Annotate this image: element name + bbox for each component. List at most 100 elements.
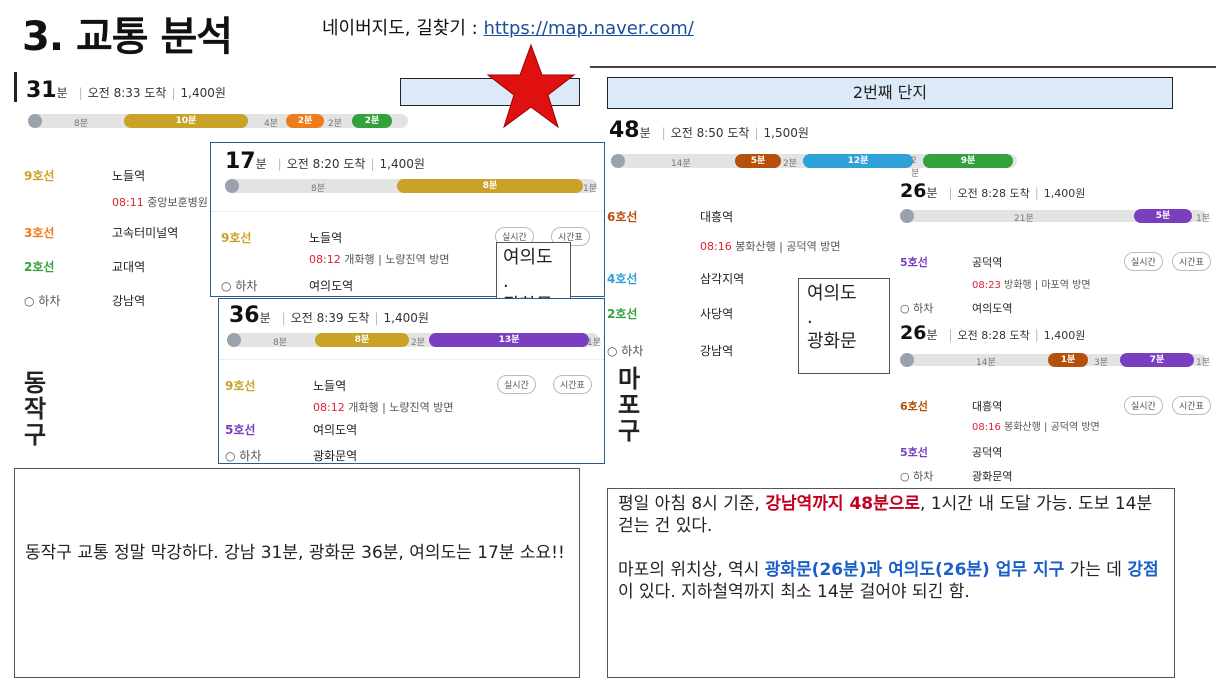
realtime-button[interactable]: 실시간 — [497, 375, 536, 394]
walk-icon — [611, 154, 625, 168]
duration: 31 — [26, 78, 57, 103]
walk-time: 1분 — [587, 338, 602, 348]
line-name: 3호선 — [24, 226, 55, 240]
walk-time: 1분 — [1196, 358, 1211, 368]
line-label: 5호선 — [900, 444, 928, 460]
line-label: 5호선 — [225, 421, 255, 438]
line-label: ○ 하차 — [900, 302, 934, 315]
line-label: 5호선 — [900, 254, 928, 270]
route-summary: 26 분 | 오전 8:28 도착 | 1,400원 — [900, 322, 1086, 344]
callout-mapo: 여의도 . 광화문 — [798, 278, 890, 374]
note-text: 마포의 위치상, 역시 — [618, 560, 765, 580]
duration-unit: 분 — [255, 157, 267, 171]
departure-time: 08:23 — [972, 280, 1001, 291]
seg-time: 5분 — [1155, 211, 1171, 221]
duration: 26 — [900, 180, 927, 202]
departure-time: 08:16 — [700, 240, 732, 253]
source-link[interactable]: https://map.naver.com/ — [483, 18, 693, 39]
line-name: 2호선 — [607, 307, 638, 321]
note-text: 동작구 교통 정말 막강하다. 강남 31분, 광화문 36분, 여의도는 17… — [25, 543, 565, 563]
seg-time: 8분 — [482, 181, 498, 191]
departure-time: 08:12 — [309, 253, 341, 266]
walk-time: 8분 — [311, 184, 326, 194]
departure-time: 08:11 — [112, 196, 144, 209]
duration: 26 — [900, 322, 927, 344]
divider — [211, 211, 604, 212]
route-summary: 26 분 | 오전 8:28 도착 | 1,400원 — [900, 180, 1086, 202]
seg-time: 7분 — [1149, 355, 1165, 365]
station-name: 강남역 — [700, 344, 734, 358]
departure-info: 08:12 개화행 | 노량진역 방면 — [313, 401, 454, 414]
district-char: 구 — [617, 417, 641, 445]
walk-icon — [227, 333, 241, 347]
line-label: 9호선 — [221, 229, 251, 246]
seg-time: 10분 — [175, 116, 197, 126]
destination: 개화행 — [344, 253, 375, 266]
line-name: 하차 — [913, 470, 934, 483]
note-dongjak: 동작구 교통 정말 막강하다. 강남 31분, 광화문 36분, 여의도는 17… — [14, 468, 580, 678]
destination: 봉화산행 — [1004, 422, 1041, 433]
source-caption: 네이버지도, 길찾기 : https://map.naver.com/ — [322, 14, 694, 40]
arrival-time: 오전 8:50 도착 — [670, 126, 750, 140]
note-text: 이 있다. 지하철역까지 최소 14분 걸어야 되긴 함. — [618, 582, 970, 602]
line-name: 9호선 — [24, 169, 55, 183]
seg-time: 13분 — [498, 335, 520, 345]
station-name: 노들역 — [112, 169, 146, 183]
station-name: 노들역 — [313, 379, 347, 393]
line-name: 9호선 — [221, 231, 252, 245]
timetable-button[interactable]: 시간표 — [1172, 252, 1211, 271]
departure-info: 08:11 중앙보훈병원 — [112, 194, 208, 210]
divider — [590, 66, 1216, 68]
line-name: 6호선 — [900, 400, 928, 413]
station-name: 고속터미널역 — [112, 226, 179, 240]
line-label: 4호선 — [607, 270, 637, 287]
departure-time: 08:12 — [313, 401, 345, 414]
fare: 1,400원 — [383, 311, 429, 325]
line9-segment: 10분 — [124, 114, 248, 128]
station-name: 광화문역 — [972, 470, 1013, 483]
route-card-gwanghwamun-mapo: 26 분 | 오전 8:28 도착 | 1,400원 14분 1분 3분 7분 1분 6호… — [894, 320, 1216, 486]
walk-time: 21분 — [1014, 214, 1034, 224]
callout-line: 광화문 — [807, 331, 857, 352]
destination: 개화행 — [348, 401, 379, 414]
direction: 마포역 방면 — [1041, 280, 1091, 291]
line6-segment: 1분 — [1048, 353, 1088, 367]
divider — [219, 359, 604, 360]
duration-unit: 분 — [926, 328, 938, 342]
district-char: 구 — [23, 421, 47, 449]
callout-line: . — [807, 307, 813, 328]
callout-line: . — [503, 271, 509, 292]
district-char: 포 — [617, 391, 641, 419]
line-label: 3호선 — [24, 224, 54, 241]
line-label: 6호선 — [607, 208, 637, 225]
district-label-mapo: 마 포 구 — [614, 366, 644, 444]
line-name: 하차 — [913, 302, 934, 315]
realtime-button[interactable]: 실시간 — [1124, 396, 1163, 415]
walk-time: 14분 — [976, 358, 996, 368]
seg-time: 5분 — [750, 156, 766, 166]
transfer-time: 4분 — [264, 119, 279, 129]
fare: 1,400원 — [180, 86, 226, 100]
line9-segment: 8분 — [397, 179, 583, 193]
route-card-yeouido-mapo: 26 분 | 오전 8:28 도착 | 1,400원 21분 5분 1분 5호선 공덕역 … — [894, 178, 1216, 318]
station-name: 공덕역 — [972, 446, 1003, 459]
timetable-button[interactable]: 시간표 — [1172, 396, 1211, 415]
line3-segment: 2분 — [286, 114, 324, 128]
district-char: 마 — [617, 365, 641, 393]
destination: 방화행 — [1004, 280, 1032, 291]
station-name: 여의도역 — [309, 279, 354, 293]
arrival-time: 오전 8:39 도착 — [290, 311, 370, 325]
station-name: 광화문역 — [313, 449, 358, 463]
line-name: 하차 — [239, 449, 262, 463]
arrival-time: 오전 8:33 도착 — [87, 86, 167, 100]
realtime-button[interactable]: 실시간 — [1124, 252, 1163, 271]
route-summary: 17 분 | 오전 8:20 도착 | 1,400원 — [225, 149, 425, 174]
line-name: 하차 — [621, 344, 644, 358]
line-name: 5호선 — [225, 423, 256, 437]
line9-segment: 8분 — [315, 333, 409, 347]
timetable-button[interactable]: 시간표 — [553, 375, 592, 394]
transfer-time: 2분 — [911, 156, 920, 179]
line-name: 하차 — [38, 294, 61, 308]
direction: 공덕역 방면 — [1050, 422, 1100, 433]
line-name: 2호선 — [24, 260, 55, 274]
